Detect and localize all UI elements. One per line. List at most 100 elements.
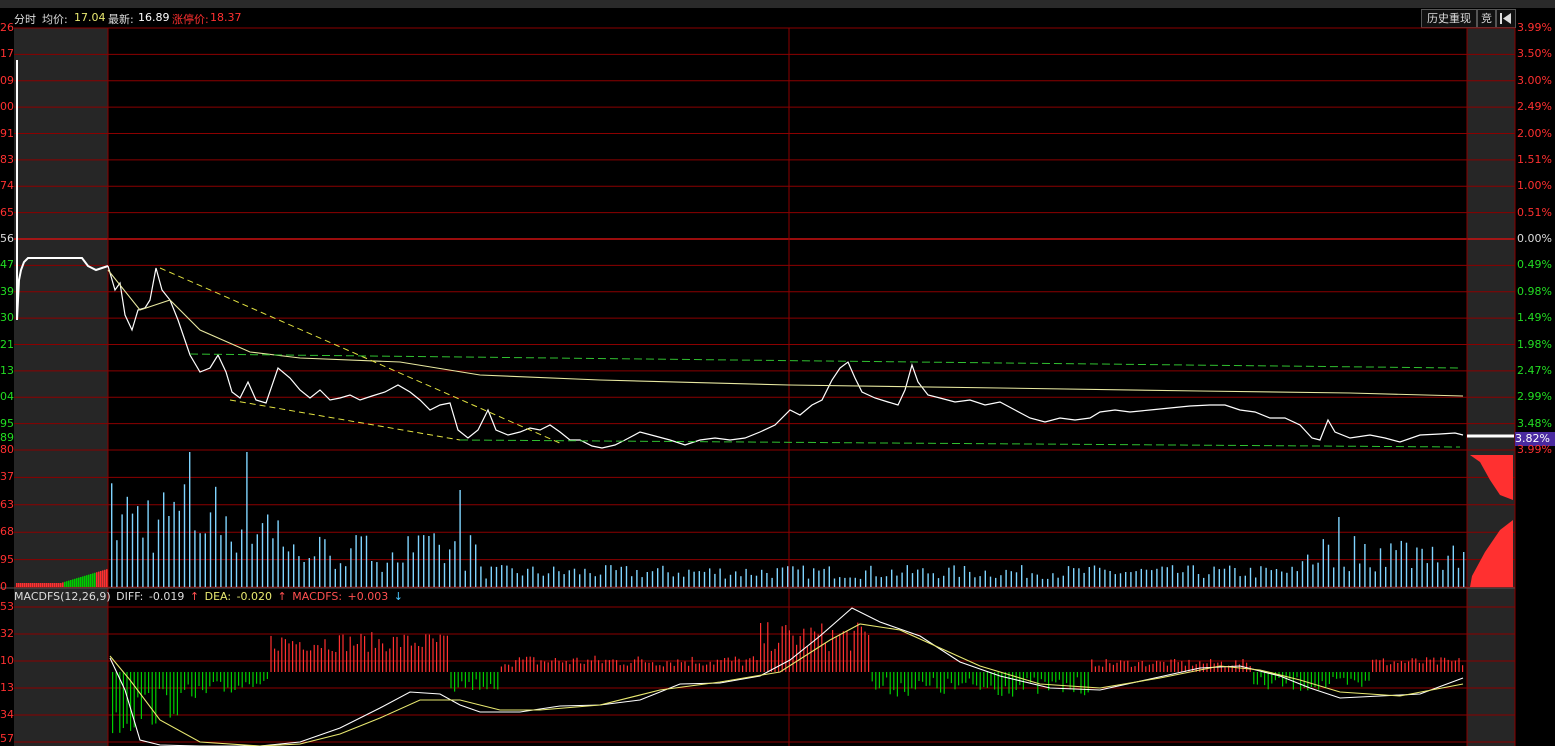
macd-histogram-bar xyxy=(612,659,614,672)
price-tick-left: 65 xyxy=(0,206,14,219)
volume-bar xyxy=(761,569,763,587)
macd-histogram-bar xyxy=(594,655,596,672)
volume-bar xyxy=(433,533,435,587)
volume-bar xyxy=(339,563,342,587)
macd-histogram-bar xyxy=(439,634,441,672)
macd-histogram-bar xyxy=(364,636,366,672)
volume-bar xyxy=(423,535,425,587)
volume-bar xyxy=(355,535,357,587)
macd-histogram-bar xyxy=(533,657,535,672)
volume-bar xyxy=(402,562,404,587)
volume-bar xyxy=(532,566,534,587)
macd-histogram-bar xyxy=(202,672,204,691)
volume-bar xyxy=(1390,543,1392,587)
macd-histogram-bar xyxy=(990,672,992,686)
macd-histogram-bar xyxy=(1134,666,1136,672)
macd-histogram-bar xyxy=(742,665,744,672)
macd-histogram-bar xyxy=(418,646,420,672)
macd-histogram-bar xyxy=(1102,666,1104,672)
macd-histogram-bar xyxy=(392,636,394,672)
macd-histogram-bar xyxy=(353,645,355,672)
macd-histogram-bar xyxy=(907,672,909,696)
macd-histogram-bar xyxy=(1300,672,1302,691)
macd-histogram-bar xyxy=(868,635,870,672)
volume-bar xyxy=(277,520,279,587)
volume-bar xyxy=(885,576,888,587)
macd-histogram-bar xyxy=(857,622,859,672)
macd-histogram-bar xyxy=(238,672,240,686)
volume-bar xyxy=(516,573,518,587)
macd-histogram-bar xyxy=(1408,661,1410,672)
volume-bar xyxy=(215,486,217,587)
volume-bar xyxy=(506,565,508,587)
volume-bar xyxy=(178,510,180,587)
volume-bar xyxy=(1385,566,1387,587)
volume-bar xyxy=(267,514,269,587)
volume-bar xyxy=(417,535,420,587)
volume-bar xyxy=(428,536,430,587)
macd-histogram-bar xyxy=(479,672,481,690)
volume-bar xyxy=(376,562,378,587)
macd-histogram-bar xyxy=(828,651,830,672)
macd-histogram-bar xyxy=(443,635,445,672)
macd-histogram-bar xyxy=(1440,657,1442,672)
macd-histogram-bar xyxy=(1364,672,1366,681)
macd-histogram-bar xyxy=(277,650,279,672)
pre-market-shade xyxy=(14,28,108,746)
volume-bar xyxy=(1109,571,1111,587)
volume-bar xyxy=(168,516,170,587)
macd-histogram-bar xyxy=(122,672,124,728)
macd-histogram-bar xyxy=(702,665,704,672)
volume-bar xyxy=(667,572,669,587)
volume-bar xyxy=(329,555,331,587)
auction-volume-bar xyxy=(26,583,28,587)
volume-bar xyxy=(698,571,700,587)
macd-histogram-bar xyxy=(1454,660,1456,672)
macd-histogram-bar xyxy=(475,672,477,680)
volume-bar xyxy=(1234,568,1236,587)
macd-histogram-bar xyxy=(302,649,304,672)
price-tick-right: 2.47% xyxy=(1517,363,1552,377)
macd-histogram-bar xyxy=(914,672,916,690)
volume-tick-left: 63 xyxy=(0,498,14,511)
volume-bar xyxy=(553,566,555,587)
macd-histogram-bar xyxy=(1105,659,1107,672)
volume-bar xyxy=(1083,572,1085,587)
auction-volume-bar xyxy=(94,572,96,587)
macd-histogram-bar xyxy=(425,634,427,672)
macd-histogram-bar xyxy=(1123,661,1125,672)
macd-histogram-bar xyxy=(522,659,524,672)
price-tick-right: 1.49% xyxy=(1517,311,1552,325)
macd-histogram-bar xyxy=(734,656,736,672)
volume-bar xyxy=(1338,517,1340,587)
macd-histogram-bar xyxy=(601,663,603,672)
macd-histogram-bar xyxy=(760,623,762,672)
intraday-chart[interactable] xyxy=(0,0,1555,746)
macd-histogram-bar xyxy=(688,665,690,672)
macd-histogram-bar xyxy=(1163,661,1165,672)
volume-bar xyxy=(859,578,862,587)
volume-bar xyxy=(1145,569,1148,587)
volume-bar xyxy=(480,566,482,587)
auction-volume-bar xyxy=(92,573,94,587)
volume-bar xyxy=(1395,550,1397,587)
macd-histogram-bar xyxy=(709,661,711,672)
price-tick-left: 83 xyxy=(0,153,14,166)
volume-bar xyxy=(615,570,617,587)
macd-histogram-bar xyxy=(572,658,574,672)
auction-volume-bar xyxy=(88,574,90,587)
macd-histogram-bar xyxy=(500,666,502,672)
volume-bar xyxy=(1140,568,1142,587)
volume-bar xyxy=(1166,567,1168,587)
macd-histogram-bar xyxy=(623,664,625,672)
macd-histogram-bar xyxy=(432,638,434,672)
macd-histogram-bar xyxy=(252,672,254,687)
macd-histogram-bar xyxy=(1296,672,1298,678)
volume-bar xyxy=(1421,548,1423,587)
macd-histogram-bar xyxy=(770,650,772,672)
macdfs-label: MACDFS: xyxy=(292,590,343,603)
volume-bar xyxy=(121,514,123,587)
macd-histogram-bar xyxy=(979,672,981,690)
price-tick-right: 1.51% xyxy=(1517,152,1552,166)
macd-histogram-bar xyxy=(1390,664,1392,672)
